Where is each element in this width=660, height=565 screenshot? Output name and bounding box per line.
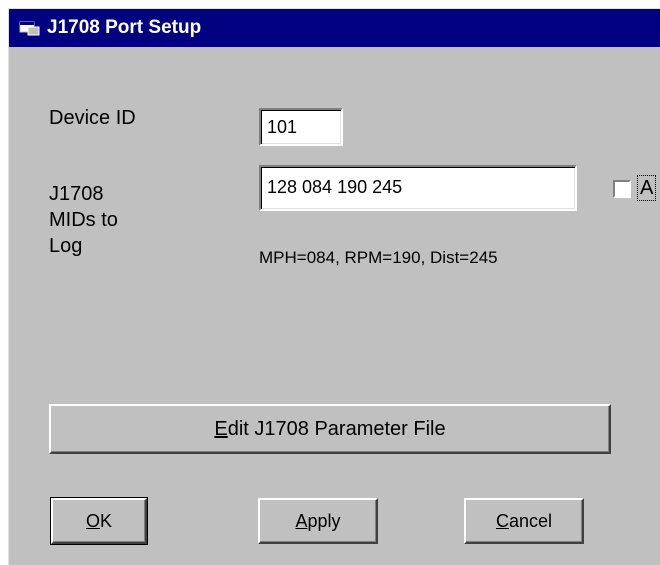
ok-label: K (100, 510, 113, 531)
mids-to-log-field[interactable] (259, 165, 577, 211)
apply-label: pply (307, 510, 341, 531)
ok-mnemonic: O (85, 510, 100, 531)
title-bar[interactable]: J1708 Port Setup (9, 9, 660, 47)
apply-button[interactable]: Apply (258, 498, 378, 544)
mids-label-line3: Log (49, 235, 83, 257)
cancel-button[interactable]: Cancel (464, 498, 584, 544)
apply-mnemonic: A (295, 510, 308, 531)
device-id-field[interactable] (259, 108, 343, 146)
window-title: J1708 Port Setup (47, 17, 202, 38)
ok-button[interactable]: OK (50, 497, 148, 545)
edit-mnemonic: E (214, 417, 228, 440)
device-id-label: Device ID (49, 107, 136, 129)
j1708-port-setup-dialog: J1708 Port Setup Device ID J1708 MIDs to… (8, 8, 660, 565)
edit-j1708-parameter-file-button[interactable]: Edit J1708 Parameter File (49, 404, 611, 454)
edit-label: dit J1708 Parameter File (227, 417, 446, 440)
cancel-label: ancel (508, 510, 553, 531)
app-window-icon (17, 17, 43, 39)
all-checkbox[interactable] (613, 180, 631, 198)
mids-label-line2: MIDs to (49, 209, 118, 231)
cancel-mnemonic: C (495, 510, 509, 531)
mids-label-line1: J1708 (49, 183, 104, 205)
mids-description: MPH=084, RPM=190, Dist=245 (259, 248, 498, 267)
all-checkbox-label[interactable]: A (637, 175, 657, 201)
